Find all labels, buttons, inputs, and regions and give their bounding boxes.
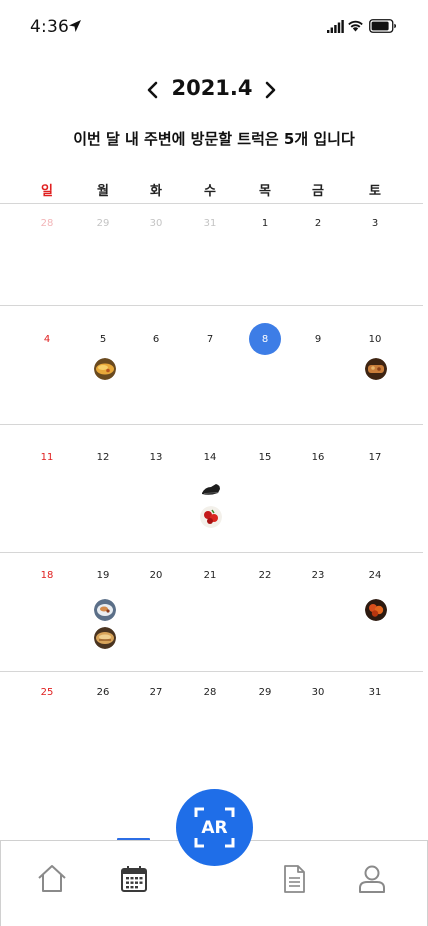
weekday-sunday: 일 <box>41 184 53 199</box>
location-arrow-icon <box>69 20 81 32</box>
food-truck-thumbnail[interactable] <box>94 599 116 621</box>
calendar-day[interactable]: 27 <box>138 687 174 698</box>
calendar-day[interactable]: 22 <box>247 570 283 581</box>
calendar-day[interactable]: 10 <box>357 334 393 345</box>
calendar-day[interactable]: 19 <box>85 570 121 581</box>
calendar-day[interactable]: 5 <box>85 334 121 345</box>
weekday-thursday: 목 <box>259 184 271 199</box>
calendar-divider <box>0 671 423 672</box>
calendar-divider <box>0 305 423 306</box>
food-truck-thumbnail[interactable] <box>94 358 116 380</box>
calendar-day[interactable]: 13 <box>138 452 174 463</box>
calendar-divider <box>0 424 423 425</box>
calendar-day[interactable]: 6 <box>138 334 174 345</box>
weekday-friday: 금 <box>312 184 324 199</box>
weekday-header: 일 월 화 수 목 금 토 <box>0 180 428 200</box>
calendar-day[interactable]: 17 <box>357 452 393 463</box>
calendar-day[interactable]: 1 <box>247 218 283 229</box>
status-time: 4:36 <box>30 17 69 37</box>
calendar-day[interactable]: 26 <box>85 687 121 698</box>
calendar-day[interactable]: 28 <box>192 687 228 698</box>
calendar-day[interactable]: 31 <box>192 218 228 229</box>
calendar-day[interactable]: 7 <box>192 334 228 345</box>
calendar-day[interactable]: 20 <box>138 570 174 581</box>
calendar-day[interactable]: 23 <box>300 570 336 581</box>
calendar-divider <box>0 552 423 553</box>
calendar-day[interactable]: 4 <box>29 334 65 345</box>
month-title: 2021.4 <box>171 76 253 100</box>
weekday-monday: 월 <box>97 184 109 199</box>
calendar-day[interactable]: 25 <box>29 687 65 698</box>
calendar-day[interactable]: 31 <box>357 687 393 698</box>
calendar-day[interactable]: 9 <box>300 334 336 345</box>
calendar-day[interactable]: 30 <box>138 218 174 229</box>
calendar-divider <box>0 203 423 204</box>
calendar-day[interactable]: 2 <box>300 218 336 229</box>
weekday-saturday: 토 <box>369 184 381 199</box>
food-truck-thumbnail[interactable] <box>365 599 387 621</box>
battery-icon <box>369 19 396 33</box>
status-bar: 4:36 <box>0 0 428 54</box>
truck-count-summary: 이번 달 내 주변에 방문할 트럭은 5개 입니다 <box>73 130 355 148</box>
month-navigation: 2021.4 <box>0 74 428 106</box>
calendar-day[interactable]: 14 <box>192 452 228 463</box>
calendar-icon[interactable] <box>117 863 151 895</box>
calendar-day[interactable]: 12 <box>85 452 121 463</box>
home-icon[interactable] <box>35 863 69 895</box>
food-truck-thumbnail[interactable] <box>365 358 387 380</box>
calendar-day[interactable]: 28 <box>29 218 65 229</box>
calendar-day[interactable]: 11 <box>29 452 65 463</box>
document-icon[interactable] <box>277 863 311 895</box>
calendar-day-selected[interactable]: 8 <box>247 334 283 345</box>
calendar-day[interactable]: 16 <box>300 452 336 463</box>
calendar-day[interactable]: 21 <box>192 570 228 581</box>
calendar-day[interactable]: 24 <box>357 570 393 581</box>
weekday-wednesday: 수 <box>204 184 216 199</box>
calendar-day[interactable]: 30 <box>300 687 336 698</box>
ar-button[interactable]: AR <box>176 789 253 866</box>
cellular-signal-icon <box>327 20 344 33</box>
wifi-icon <box>348 20 363 32</box>
weekday-tuesday: 화 <box>150 184 162 199</box>
food-truck-thumbnail[interactable] <box>94 627 116 649</box>
calendar-day[interactable]: 15 <box>247 452 283 463</box>
chevron-left-icon[interactable] <box>143 78 163 102</box>
calendar-day[interactable]: 18 <box>29 570 65 581</box>
profile-icon[interactable] <box>355 863 389 895</box>
calendar-day[interactable]: 3 <box>357 218 393 229</box>
food-truck-thumbnail[interactable] <box>200 478 222 500</box>
food-truck-thumbnail[interactable] <box>200 506 222 528</box>
chevron-right-icon[interactable] <box>260 78 280 102</box>
calendar-day[interactable]: 29 <box>85 218 121 229</box>
calendar-day[interactable]: 29 <box>247 687 283 698</box>
ar-button-label: AR <box>201 818 228 838</box>
